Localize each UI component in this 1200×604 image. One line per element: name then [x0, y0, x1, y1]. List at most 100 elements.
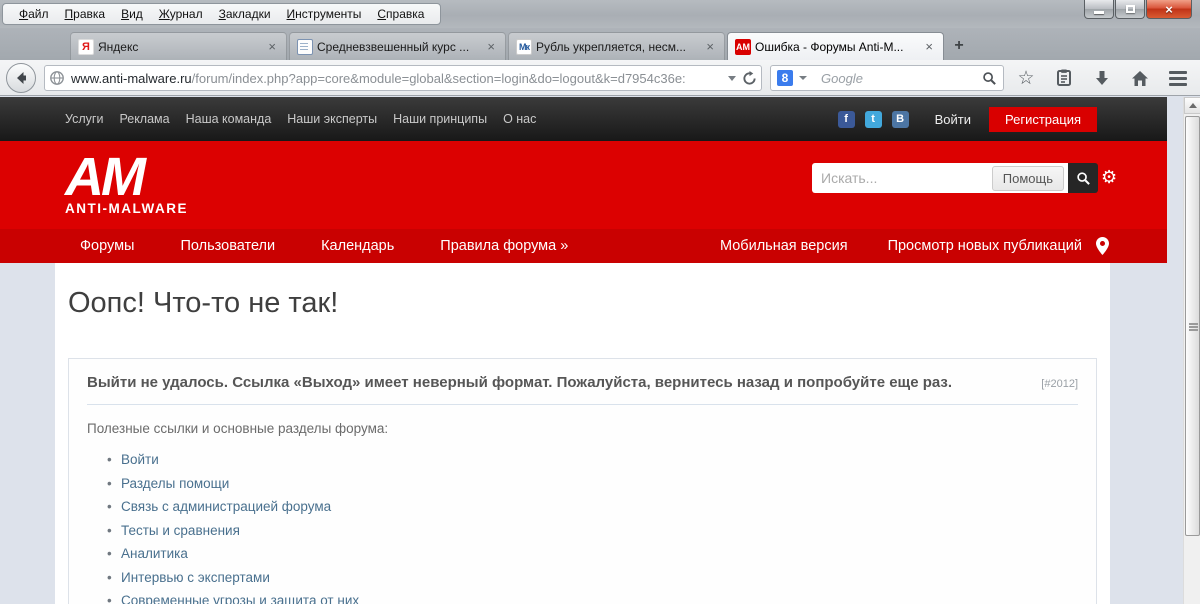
tab-mk-news[interactable]: Мк Рубль укрепляется, несм... ×: [508, 32, 725, 60]
page-title: Оопс! Что-то не так!: [68, 287, 339, 319]
navigation-toolbar: www.anti-malware.ru/forum/index.php?app=…: [0, 60, 1200, 96]
url-dropdown-icon[interactable]: [728, 75, 736, 81]
topbar-link[interactable]: Наши эксперты: [287, 112, 377, 126]
forum-link[interactable]: Современные угрозы и защита от них: [121, 593, 359, 604]
bookmark-star-button[interactable]: ☆: [1014, 67, 1038, 89]
google-logo-icon: 8: [777, 70, 793, 86]
menubar-item[interactable]: Правка: [57, 4, 114, 24]
list-item: Интервью с экспертами: [107, 570, 1078, 585]
scrollbar-up-button[interactable]: [1184, 97, 1200, 114]
forum-link[interactable]: Войти: [121, 452, 159, 467]
close-icon: ×: [1165, 1, 1173, 17]
topbar-links: Услуги Реклама Наша команда Наши эксперты На…: [65, 112, 536, 126]
menu-button[interactable]: [1166, 67, 1190, 89]
tab-title: Яндекс: [98, 39, 139, 54]
list-item: Разделы помощи: [107, 476, 1078, 491]
forum-search-placeholder[interactable]: Искать...: [812, 170, 992, 186]
topbar-link[interactable]: Наши принципы: [393, 112, 487, 126]
register-button[interactable]: Регистрация: [989, 106, 1097, 132]
menubar-item[interactable]: Файл: [11, 4, 57, 24]
topbar-link[interactable]: Услуги: [65, 112, 103, 126]
tab-close-icon[interactable]: ×: [484, 40, 498, 53]
search-magnifier-icon[interactable]: [982, 71, 997, 86]
forum-link[interactable]: Тесты и сравнения: [121, 523, 240, 538]
forum-nav-link[interactable]: Пользователи: [180, 238, 275, 254]
forum-link[interactable]: Интервью с экспертами: [121, 570, 270, 585]
list-item: Войти: [107, 452, 1078, 467]
topbar-link[interactable]: Реклама: [119, 112, 169, 126]
facebook-icon[interactable]: f: [837, 110, 855, 128]
forum-nav-right: Мобильная версия Просмотр новых публикаци…: [720, 238, 1082, 254]
list-item: Аналитика: [107, 546, 1078, 561]
tab-document[interactable]: Средневзвешенный курс ... ×: [289, 32, 506, 60]
tab-yandex[interactable]: Я Яндекс ×: [70, 32, 287, 60]
vk-icon[interactable]: B: [891, 110, 909, 128]
document-favicon-icon: [297, 38, 313, 55]
divider: [87, 404, 1078, 405]
bookmarks-menu-button[interactable]: [1052, 67, 1076, 89]
location-pin-icon[interactable]: [1096, 237, 1109, 255]
new-tab-button[interactable]: +: [946, 36, 972, 56]
list-item: Связь с администрацией форума: [107, 499, 1078, 514]
tab-close-icon[interactable]: ×: [703, 40, 717, 53]
tab-close-icon[interactable]: ×: [265, 40, 279, 53]
logo-subtext: ANTI-MALWARE: [65, 201, 188, 216]
site-logo[interactable]: AM ANTI-MALWARE: [65, 149, 188, 216]
forum-nav-link[interactable]: Календарь: [321, 238, 394, 254]
gear-icon[interactable]: ⚙: [1101, 168, 1117, 186]
tab-strip: Я Яндекс × Средневзвешенный курс ... × М…: [0, 28, 1200, 60]
search-help-button[interactable]: Помощь: [991, 165, 1064, 191]
topbar-link[interactable]: О нас: [503, 112, 536, 126]
back-button[interactable]: [6, 63, 36, 93]
reload-icon[interactable]: [742, 70, 757, 86]
close-button[interactable]: ×: [1146, 0, 1192, 19]
menubar-item[interactable]: Вид: [113, 4, 151, 24]
forum-link[interactable]: Аналитика: [121, 546, 188, 561]
forum-nav-link[interactable]: Правила форума »: [440, 238, 568, 254]
url-bar[interactable]: www.anti-malware.ru/forum/index.php?app=…: [44, 65, 762, 91]
tab-title: Ошибка - Форумы Anti-M...: [755, 39, 904, 54]
forum-nav-link[interactable]: Форумы: [80, 238, 134, 254]
error-row: Выйти не удалось. Ссылка «Выход» имеет н…: [87, 374, 1078, 391]
home-button[interactable]: [1128, 67, 1152, 89]
url-text[interactable]: www.anti-malware.ru/forum/index.php?app=…: [71, 71, 722, 86]
tab-anti-malware-active[interactable]: AM Ошибка - Форумы Anti-M... ×: [727, 32, 944, 60]
forum-link[interactable]: Связь с администрацией форума: [121, 499, 331, 514]
home-icon: [1132, 70, 1148, 86]
mk-favicon-icon: Мк: [516, 38, 532, 55]
forum-nav-link[interactable]: Просмотр новых публикаций: [888, 238, 1082, 254]
menubar-item[interactable]: Справка: [369, 4, 432, 24]
content-card: Оопс! Что-то не так! Выйти не удалось. С…: [55, 263, 1110, 604]
google-search-placeholder[interactable]: Google: [821, 71, 982, 86]
forum-link[interactable]: Разделы помощи: [121, 476, 229, 491]
scrollbar-thumb[interactable]: [1185, 116, 1200, 536]
error-message: Выйти не удалось. Ссылка «Выход» имеет н…: [87, 374, 953, 391]
menubar-item[interactable]: Инструменты: [279, 4, 370, 24]
scrollbar-grip-icon: [1189, 326, 1198, 328]
site-viewport: Услуги Реклама Наша команда Наши эксперты На…: [0, 97, 1167, 604]
back-arrow-icon: [17, 72, 26, 84]
star-icon: ☆: [1017, 67, 1035, 89]
forum-search-bar[interactable]: Искать... Помощь: [812, 163, 1068, 193]
menubar-item[interactable]: Закладки: [211, 4, 279, 24]
topbar-link[interactable]: Наша команда: [186, 112, 272, 126]
tab-close-icon[interactable]: ×: [922, 40, 936, 53]
login-link[interactable]: Войти: [935, 112, 971, 127]
window-titlebar: Файл Правка Вид Журнал Закладки Инструменты Сп…: [0, 0, 1200, 28]
maximize-button[interactable]: [1115, 0, 1145, 19]
hamburger-icon: [1169, 70, 1187, 86]
tab-title: Рубль укрепляется, несм...: [536, 39, 687, 54]
twitter-icon[interactable]: t: [864, 110, 882, 128]
minimize-button[interactable]: [1084, 0, 1114, 19]
tab-title: Средневзвешенный курс ...: [317, 39, 470, 54]
downloads-button[interactable]: [1090, 67, 1114, 89]
list-item: Тесты и сравнения: [107, 523, 1078, 538]
forum-nav-left: Форумы Пользователи Календарь Правила форум…: [80, 238, 568, 254]
useful-links-intro: Полезные ссылки и основные разделы форум…: [87, 421, 389, 436]
forum-nav-link[interactable]: Мобильная версия: [720, 238, 848, 254]
google-search-bar[interactable]: 8 Google: [770, 65, 1004, 91]
search-engine-dropdown-icon[interactable]: [799, 76, 807, 80]
forum-search-button[interactable]: [1068, 163, 1098, 193]
page-scrollbar[interactable]: [1183, 97, 1200, 604]
menubar-item[interactable]: Журнал: [151, 4, 211, 24]
